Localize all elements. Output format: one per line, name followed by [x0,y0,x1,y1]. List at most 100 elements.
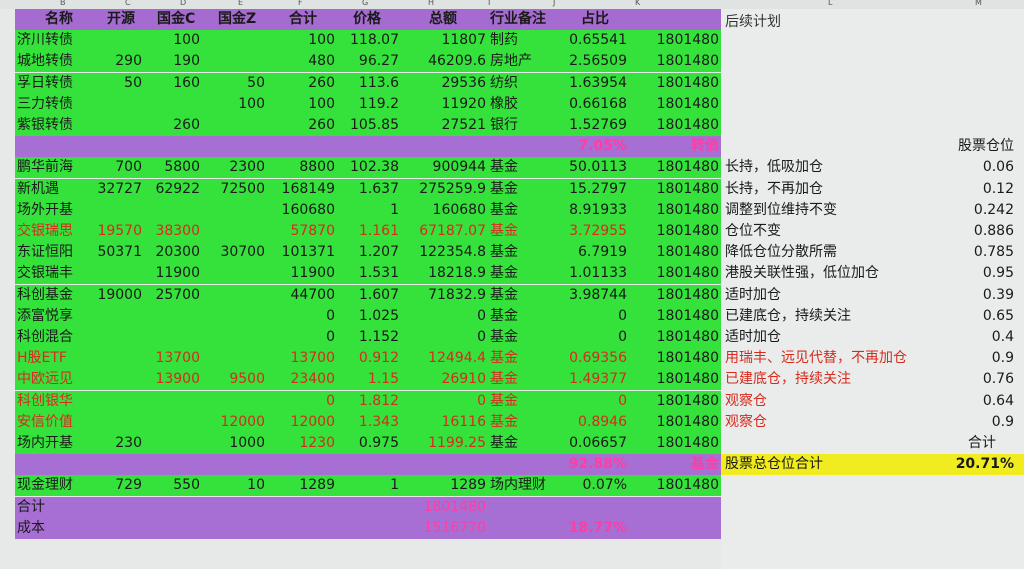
cell-k[interactable]: 基金 [691,454,719,475]
cell-industry[interactable]: 橡胶 [490,94,518,115]
cell-amount[interactable]: 18218.9 [428,263,486,284]
cell-k[interactable]: 1801480 [657,306,719,327]
cell-total[interactable]: 44700 [290,285,335,306]
cell-k[interactable]: 1801480 [657,30,719,51]
cell-ratio[interactable]: 15.2797 [569,179,627,200]
cell-k[interactable]: 转债 [691,136,719,157]
cell-ratio[interactable]: 0.69356 [569,348,627,369]
cell-name[interactable]: 科创银华 [17,391,73,412]
column-letter[interactable]: L [828,0,832,7]
cell-total[interactable]: 480 [308,51,335,72]
position-cell[interactable]: 0.886 [974,221,1014,242]
cell-total[interactable]: 168149 [282,179,335,200]
cell-name[interactable]: 新机遇 [17,179,59,200]
cell-ratio[interactable]: 0.66168 [569,94,627,115]
cell-industry[interactable]: 银行 [490,115,518,136]
cell-k[interactable]: 1801480 [657,221,719,242]
cell-ratio[interactable]: 6.7919 [578,242,627,263]
header-industry[interactable]: 行业备注 [490,9,546,30]
cell-price[interactable]: 1.607 [359,285,399,306]
cell-name[interactable]: 鹏华前海 [17,157,73,178]
cell-ratio[interactable]: 1.63954 [569,73,627,94]
cell-total[interactable]: 100 [308,30,335,51]
cell-price[interactable]: 96.27 [359,51,399,72]
cell-amount[interactable]: 1199.25 [428,433,486,454]
cell-ratio[interactable]: 0 [618,327,627,348]
cell-ratio[interactable]: 0 [618,391,627,412]
cell-total[interactable]: 101371 [282,242,335,263]
cell-kaiyuan[interactable]: 50371 [97,242,142,263]
cell-industry[interactable]: 基金 [490,391,518,412]
cell-kaiyuan[interactable]: 19000 [97,285,142,306]
cell-k[interactable]: 1801480 [657,412,719,433]
plan-cell[interactable]: 适时加仓 [725,285,781,306]
cell-ratio[interactable]: 1.49377 [569,369,627,390]
cell-amount[interactable]: 1801480 [424,497,486,518]
cell-kaiyuan[interactable]: 32727 [97,179,142,200]
cell-ratio[interactable]: 50.0113 [569,157,627,178]
plan-cell[interactable]: 仓位不变 [725,221,781,242]
cell-ratio[interactable]: 1.52769 [569,115,627,136]
cell-price[interactable]: 119.2 [359,94,399,115]
cell-k[interactable]: 1801480 [657,263,719,284]
cell-ratio[interactable]: 18.77% [569,518,627,539]
cell-price[interactable]: 1.531 [359,263,399,284]
header-total[interactable]: 合计 [289,9,317,30]
cell-guojinC[interactable]: 38300 [155,221,200,242]
cell-total[interactable]: 11900 [290,263,335,284]
column-letter[interactable]: M [975,0,982,7]
cell-price[interactable]: 1.812 [359,391,399,412]
cell-amount[interactable]: 122354.8 [419,242,486,263]
header-plan[interactable]: 后续计划 [725,12,781,33]
position-cell[interactable]: 0.95 [983,263,1014,284]
cell-total[interactable]: 0 [326,327,335,348]
cell-guojinC[interactable]: 160 [173,73,200,94]
cell-guojinC[interactable]: 5800 [164,157,200,178]
header-price[interactable]: 价格 [353,9,381,30]
cell-ratio[interactable]: 3.72955 [569,221,627,242]
plan-cell[interactable]: 港股关联性强，低位加仓 [725,263,879,284]
cell-name[interactable]: 科创基金 [17,285,73,306]
total-label[interactable]: 合计 [968,433,996,454]
cell-industry[interactable]: 基金 [490,179,518,200]
cell-industry[interactable]: 基金 [490,285,518,306]
cell-industry[interactable]: 纺织 [490,73,518,94]
cell-industry[interactable]: 基金 [490,306,518,327]
plan-cell[interactable]: 观察仓 [725,391,767,412]
cell-guojinZ[interactable]: 72500 [220,179,265,200]
cell-industry[interactable]: 基金 [490,433,518,454]
plan-cell[interactable]: 用瑞丰、远见代替，不再加仓 [725,348,907,369]
cell-k[interactable]: 1801480 [657,115,719,136]
cell-amount[interactable]: 11807 [441,30,486,51]
cell-name[interactable]: H股ETF [17,348,67,369]
cell-guojinZ[interactable]: 100 [238,94,265,115]
column-letter[interactable]: I [488,0,490,7]
cell-ratio[interactable]: 0.65541 [569,30,627,51]
cell-guojinZ[interactable]: 50 [247,73,265,94]
plan-cell[interactable]: 股票总仓位合计 [725,454,823,475]
cell-name[interactable]: 安信价值 [17,412,73,433]
cell-ratio[interactable]: 3.98744 [569,285,627,306]
cell-industry[interactable]: 基金 [490,369,518,390]
cell-amount[interactable]: 16116 [441,412,486,433]
cell-k[interactable]: 1801480 [657,433,719,454]
plan-cell[interactable]: 观察仓 [725,412,767,433]
position-cell[interactable]: 0.39 [983,285,1014,306]
cell-industry[interactable]: 基金 [490,327,518,348]
cell-name[interactable]: 添富悦享 [17,306,73,327]
cell-k[interactable]: 1801480 [657,200,719,221]
cell-total[interactable]: 23400 [290,369,335,390]
cell-kaiyuan[interactable]: 700 [115,157,142,178]
plan-cell[interactable]: 已建底仓，持续关注 [725,369,851,390]
cell-k[interactable]: 1801480 [657,327,719,348]
cell-total[interactable]: 12000 [290,412,335,433]
cell-amount[interactable]: 11920 [441,94,486,115]
cell-price[interactable]: 113.6 [359,73,399,94]
cell-kaiyuan[interactable]: 230 [115,433,142,454]
position-cell[interactable]: 0.76 [983,369,1014,390]
cell-k[interactable]: 1801480 [657,157,719,178]
cell-amount[interactable]: 0 [477,391,486,412]
header-guojinC[interactable]: 国金C [157,9,195,30]
position-cell[interactable]: 0.12 [983,179,1014,200]
cell-price[interactable]: 1.161 [359,221,399,242]
